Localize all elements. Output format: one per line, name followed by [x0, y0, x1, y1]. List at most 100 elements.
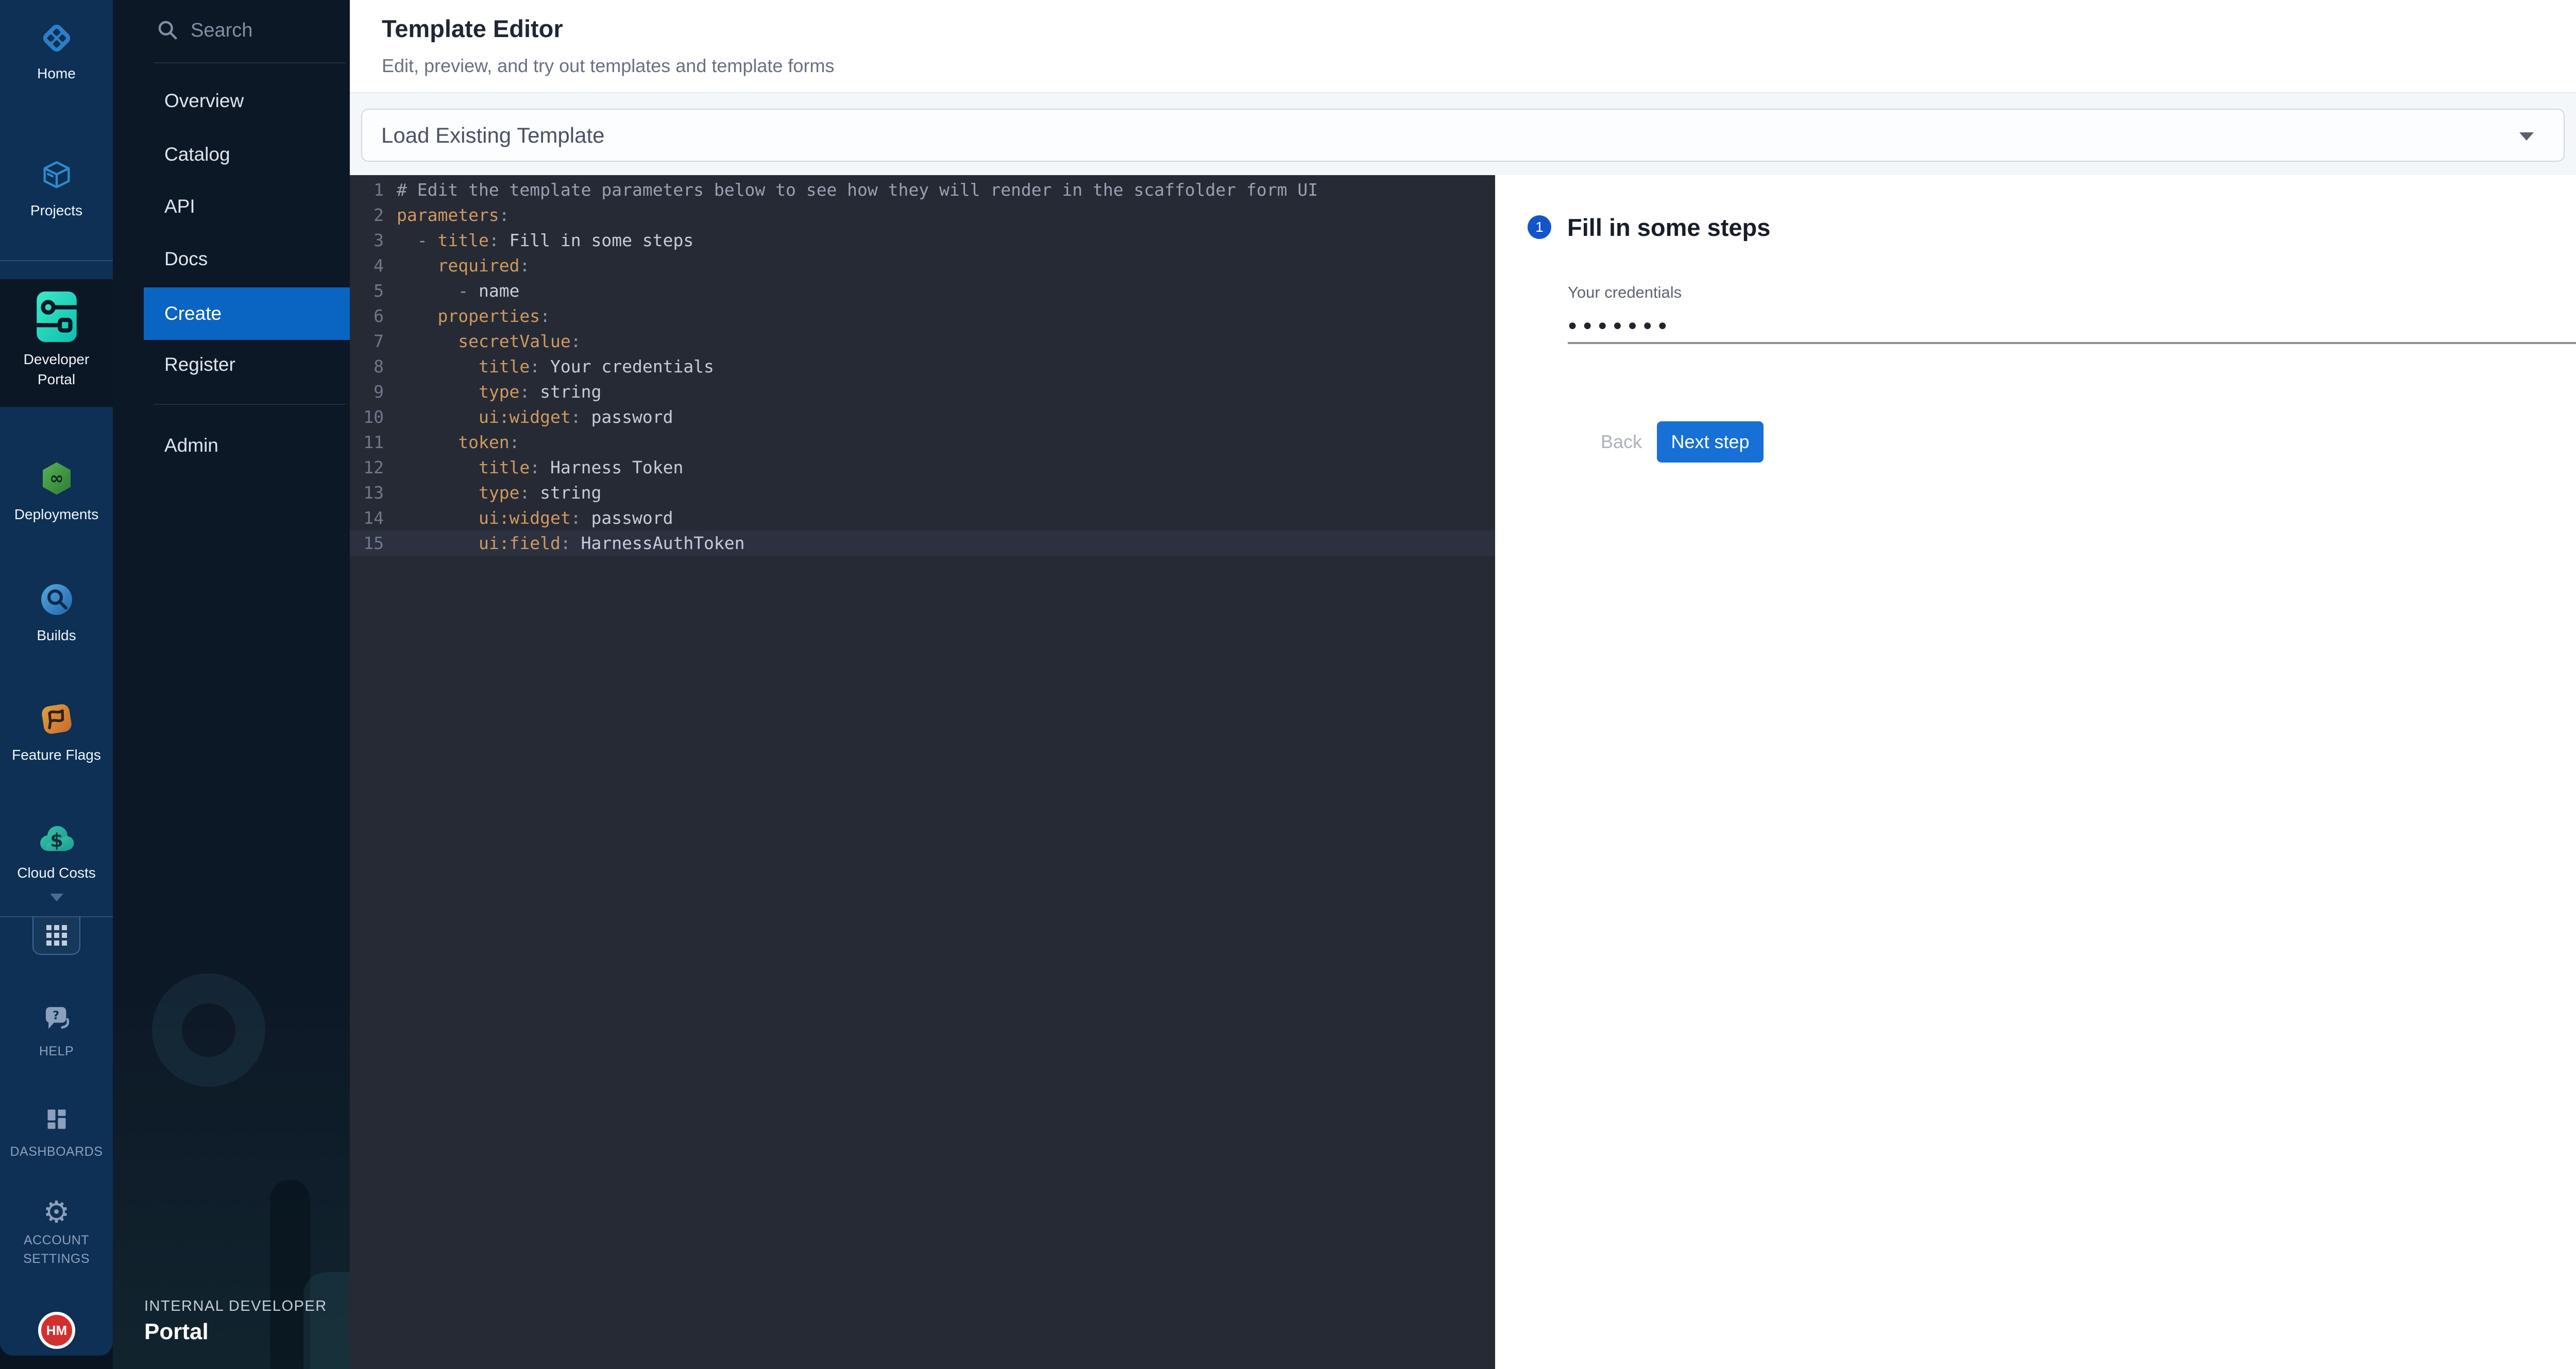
grid-icon — [46, 925, 67, 946]
line-number: 3 — [350, 230, 384, 250]
sidebar-item-developer-portal[interactable]: Developer Portal — [0, 279, 113, 407]
step-number-badge: 1 — [1528, 215, 1551, 239]
load-template-value: Load Existing Template — [381, 123, 605, 148]
sidebar-item-account-settings[interactable]: ⚙ ACCOUNT SETTINGS — [0, 1196, 113, 1268]
line-number: 4 — [350, 255, 384, 276]
sidebar-item-label: Deployments — [0, 504, 113, 524]
page-subtitle: Edit, preview, and try out templates and… — [382, 55, 834, 77]
code-text: token: — [397, 432, 519, 452]
sidebar-item-cloud-costs[interactable]: $ Cloud Costs — [0, 822, 113, 883]
code-line[interactable]: 6 properties: — [350, 303, 1495, 329]
svg-text:?: ? — [53, 1009, 59, 1022]
code-text: - name — [397, 281, 519, 301]
sidebar-item-label: Developer Portal — [13, 349, 100, 389]
chevron-down-icon[interactable] — [2519, 132, 2534, 141]
line-number: 12 — [350, 457, 384, 477]
search-input[interactable] — [191, 20, 330, 42]
code-text: title: Your credentials — [397, 356, 714, 377]
sidebar-item-label: Projects — [0, 200, 113, 220]
user-avatar[interactable]: HM — [38, 1312, 75, 1349]
module-switcher-button[interactable] — [32, 916, 80, 955]
nav-item-admin[interactable]: Admin — [155, 427, 350, 464]
sidebar-item-label: DASHBOARDS — [0, 1142, 113, 1161]
code-line[interactable]: 5 - name — [350, 278, 1495, 303]
sidebar-item-feature-flags[interactable]: Feature Flags — [0, 700, 113, 765]
gear-icon: ⚙ — [0, 1196, 113, 1228]
brand-overline: INTERNAL DEVELOPER — [144, 1298, 327, 1315]
sidebar-item-label: Home — [0, 63, 113, 83]
code-line[interactable]: 8 title: Your credentials — [350, 354, 1495, 379]
developer-portal-icon — [0, 290, 113, 343]
code-line[interactable]: 15 ui:field: HarnessAuthToken — [350, 531, 1495, 556]
nav-item-api[interactable]: API — [155, 189, 350, 225]
code-text: title: Harness Token — [397, 457, 683, 477]
code-line[interactable]: 7 secretValue: — [350, 329, 1495, 354]
line-number: 9 — [350, 382, 384, 402]
code-line[interactable]: 13 type: string — [350, 480, 1495, 505]
code-line[interactable]: 11 token: — [350, 430, 1495, 455]
sidebar-item-projects[interactable]: Projects — [0, 157, 113, 220]
nav-item-register[interactable]: Register — [155, 347, 350, 383]
code-line[interactable]: 4 required: — [350, 253, 1495, 278]
line-number: 6 — [350, 306, 384, 326]
next-step-button[interactable]: Next step — [1657, 421, 1764, 463]
line-number: 11 — [350, 432, 384, 452]
code-line[interactable]: 12 title: Harness Token — [350, 455, 1495, 480]
feature-flags-icon — [0, 700, 113, 738]
sidebar-item-help[interactable]: ? HELP — [0, 1004, 113, 1060]
yaml-code-editor[interactable]: 1# Edit the template parameters below to… — [350, 175, 1495, 1369]
nav-item-create[interactable]: Create — [144, 287, 350, 340]
code-text: type: string — [397, 382, 601, 402]
code-text: type: string — [397, 483, 601, 503]
line-number: 7 — [350, 331, 384, 351]
cube-icon — [0, 157, 113, 193]
code-line[interactable]: 9 type: string — [350, 379, 1495, 404]
page-header: Template Editor Edit, preview, and try o… — [350, 0, 2576, 92]
nav-item-overview[interactable]: Overview — [155, 83, 350, 119]
sidebar-item-home[interactable]: Home — [0, 20, 113, 83]
line-number: 13 — [350, 483, 384, 503]
code-text: ui:widget: password — [397, 407, 673, 427]
code-text: ui:widget: password — [397, 508, 673, 528]
code-line[interactable]: 2 parameters: — [350, 202, 1495, 228]
code-text: properties: — [397, 306, 550, 326]
dashboards-icon — [0, 1104, 113, 1137]
line-number: 1 — [350, 180, 384, 200]
line-number: 14 — [350, 508, 384, 528]
credentials-field-label: Your credentials — [1568, 283, 1682, 302]
main-content: Template Editor Edit, preview, and try o… — [350, 0, 2576, 1369]
decorative-ring — [152, 973, 265, 1087]
nav-item-catalog[interactable]: Catalog — [155, 136, 350, 173]
sidebar-search[interactable] — [157, 14, 342, 46]
template-loader-bar: Load Existing Template — [350, 92, 2576, 175]
sidebar-item-label: ACCOUNT SETTINGS — [10, 1231, 103, 1268]
nav-item-docs[interactable]: Docs — [155, 241, 350, 277]
code-line[interactable]: 14 ui:widget: password — [350, 505, 1495, 531]
nav-divider — [154, 404, 346, 405]
code-text: parameters: — [397, 205, 510, 225]
code-text: required: — [397, 255, 530, 276]
sidebar-item-deployments[interactable]: ∞ Deployments — [0, 460, 113, 524]
brand-title: Portal — [144, 1319, 327, 1345]
step-number: 1 — [1535, 219, 1544, 235]
code-line[interactable]: 1# Edit the template parameters below to… — [350, 177, 1495, 202]
chevron-down-icon[interactable] — [50, 894, 63, 901]
back-button[interactable]: Back — [1588, 421, 1655, 463]
credentials-password-input[interactable]: ●●●●●●● — [1568, 310, 2576, 344]
line-number: 5 — [350, 281, 384, 301]
code-line[interactable]: 10 ui:widget: password — [350, 404, 1495, 430]
line-number: 2 — [350, 205, 384, 225]
sidebar-item-builds[interactable]: Builds — [0, 581, 113, 645]
code-text: secretValue: — [397, 331, 581, 351]
sidebar-item-label: Cloud Costs — [0, 863, 113, 883]
password-dots: ●●●●●●● — [1568, 310, 2576, 341]
svg-text:$: $ — [50, 830, 63, 852]
code-line[interactable]: 3 - title: Fill in some steps — [350, 228, 1495, 253]
svg-text:∞: ∞ — [49, 468, 64, 488]
avatar-initials: HM — [46, 1323, 67, 1339]
sidebar-item-dashboards[interactable]: DASHBOARDS — [0, 1104, 113, 1161]
help-chat-icon: ? — [0, 1004, 113, 1037]
app-root: Home Projects — [0, 0, 2576, 1369]
sidebar-item-label: Feature Flags — [0, 745, 113, 765]
load-template-select[interactable]: Load Existing Template — [361, 109, 2565, 162]
